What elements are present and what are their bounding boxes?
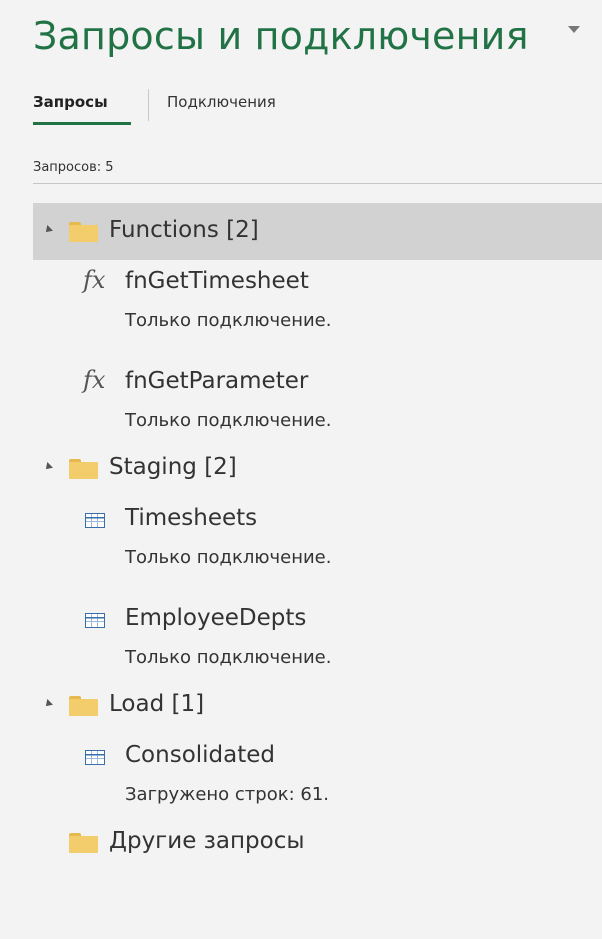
query-name: fnGetParameter [125, 368, 309, 394]
group-other-queries[interactable]: Другие запросы [33, 814, 602, 871]
query-status: Загружено строк: 61. [125, 784, 330, 805]
table-icon [85, 750, 105, 765]
group-staging[interactable]: Staging [2] [33, 440, 602, 497]
tab-queries[interactable]: Запросы [33, 93, 131, 125]
query-name: Consolidated [125, 742, 276, 768]
folder-icon [69, 696, 98, 716]
group-functions[interactable]: Functions [2] [33, 203, 602, 260]
query-name: Timesheets [125, 505, 258, 531]
query-status: Только подключение. [125, 310, 332, 331]
tab-divider [148, 89, 149, 121]
folder-icon [69, 459, 98, 479]
function-icon: fx [83, 366, 106, 394]
queries-connections-pane: Запросы и подключения Запросы Подключени… [0, 0, 602, 939]
tab-connections[interactable]: Подключения [167, 93, 276, 119]
folder-icon [69, 222, 98, 242]
group-load[interactable]: Load [1] [33, 677, 602, 734]
query-item-timesheets[interactable]: Timesheets Только подключение. [33, 497, 602, 597]
collapse-caret-icon[interactable] [43, 225, 53, 235]
query-count: Запросов: 5 [33, 160, 114, 175]
pane-title: Запросы и подключения [33, 14, 529, 58]
collapse-caret-icon[interactable] [43, 699, 53, 709]
group-label: Functions [2] [109, 217, 259, 243]
query-status: Только подключение. [125, 410, 332, 431]
collapse-caret-icon[interactable] [43, 462, 53, 472]
group-label: Load [1] [109, 691, 205, 717]
table-icon [85, 613, 105, 628]
group-label: Другие запросы [109, 828, 305, 854]
group-label: Staging [2] [109, 454, 237, 480]
tab-connections-label: Подключения [167, 93, 276, 111]
function-icon: fx [83, 266, 106, 294]
query-name: fnGetTimesheet [125, 268, 309, 294]
table-icon [85, 513, 105, 528]
active-tab-underline [33, 122, 131, 125]
query-status: Только подключение. [125, 647, 332, 668]
chevron-down-icon[interactable] [568, 26, 580, 33]
query-status: Только подключение. [125, 547, 332, 568]
folder-icon [69, 833, 98, 853]
tab-queries-label: Запросы [33, 93, 108, 111]
query-tree: Functions [2] fx fnGetTimesheet Только п… [33, 203, 602, 871]
divider [33, 183, 602, 184]
query-item-fngettimesheet[interactable]: fx fnGetTimesheet Только подключение. [33, 260, 602, 360]
query-name: EmployeeDepts [125, 605, 307, 631]
